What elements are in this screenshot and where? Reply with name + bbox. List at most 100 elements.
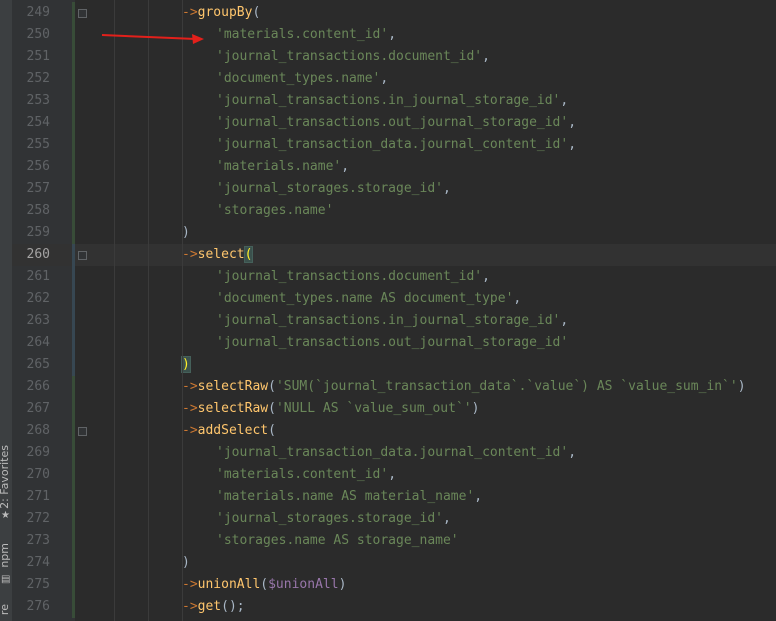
code-text: 'journal_transactions.document_id', xyxy=(216,266,490,288)
line-number: 250 xyxy=(26,27,50,42)
npm-tab[interactable]: npm xyxy=(0,543,11,568)
code-text: 'materials.content_id', xyxy=(216,24,396,46)
indent-guide xyxy=(148,0,149,621)
code-token: 'materials.name AS material_name' xyxy=(216,489,475,504)
code-token: -> xyxy=(182,577,198,592)
code-line[interactable]: 257 'journal_storages.storage_id', xyxy=(12,178,776,200)
code-text: ) xyxy=(182,552,190,574)
code-token: , xyxy=(568,137,577,152)
code-line[interactable]: 269 'journal_transaction_data.journal_con… xyxy=(12,442,776,464)
code-token: 'document_types.name AS document_type' xyxy=(216,291,514,306)
line-number: 258 xyxy=(26,203,50,218)
code-token: , xyxy=(388,467,397,482)
favorites-tab[interactable]: 2: Favorites xyxy=(0,445,11,509)
code-token: , xyxy=(474,489,483,504)
code-text: 'document_types.name AS document_type', xyxy=(216,288,521,310)
code-token: 'journal_transactions.document_id' xyxy=(216,49,483,64)
structure-tab[interactable]: re xyxy=(0,604,11,615)
code-token: -> xyxy=(182,379,198,394)
code-token: ( xyxy=(268,401,276,416)
code-token: , xyxy=(341,159,350,174)
red-arrow-annotation xyxy=(101,34,204,44)
vcs-change-marker[interactable] xyxy=(72,244,75,376)
code-line[interactable]: 255 'journal_transaction_data.journal_con… xyxy=(12,134,776,156)
code-line[interactable]: 271 'materials.name AS material_name', xyxy=(12,486,776,508)
code-line[interactable]: 256 'materials.name', xyxy=(12,156,776,178)
code-line[interactable]: 265) xyxy=(12,354,776,376)
code-token: , xyxy=(482,49,490,64)
code-token: 'journal_transactions.out_journal_storag… xyxy=(216,335,569,350)
code-token: selectRaw xyxy=(197,379,269,394)
code-text: 'journal_transactions.in_journal_storage… xyxy=(216,310,568,332)
line-number: 261 xyxy=(26,269,50,284)
code-token: 'SUM(`journal_transaction_data`.`value`)… xyxy=(275,379,738,394)
line-number: 271 xyxy=(26,489,50,504)
line-number: 259 xyxy=(26,225,50,240)
code-line[interactable]: 253 'journal_transactions.in_journal_stor… xyxy=(12,90,776,112)
line-number: 265 xyxy=(26,357,50,372)
code-token: addSelect xyxy=(197,423,269,438)
code-token: -> xyxy=(182,247,198,262)
line-number: 254 xyxy=(26,115,50,130)
code-line[interactable]: 258 'storages.name' xyxy=(12,200,776,222)
code-line[interactable]: 262 'document_types.name AS document_type… xyxy=(12,288,776,310)
code-token: -> xyxy=(182,5,198,20)
line-number: 249 xyxy=(26,5,50,20)
code-text: 'journal_transactions.out_journal_storag… xyxy=(216,112,576,134)
code-token: 'storages.name AS storage_name' xyxy=(216,533,459,548)
code-token: 'materials.name' xyxy=(216,159,342,174)
code-line[interactable]: 260 ->select( xyxy=(12,244,776,266)
line-number: 272 xyxy=(26,511,50,526)
line-number: 268 xyxy=(26,423,50,438)
code-token: ( xyxy=(268,379,276,394)
code-token: 'storages.name' xyxy=(216,203,334,218)
code-line[interactable]: 267 ->selectRaw('NULL AS `value_sum_out`'… xyxy=(12,398,776,420)
code-text: ->select( xyxy=(182,244,254,266)
line-number: 260 xyxy=(26,247,50,262)
tool-window-strip: 2: Favorites ★ npm ▤ re xyxy=(0,0,12,621)
code-line[interactable]: 264 'journal_transactions.out_journal_sto… xyxy=(12,332,776,354)
npm-icon: ▤ xyxy=(1,574,11,585)
code-line[interactable]: 273 'storages.name AS storage_name' xyxy=(12,530,776,552)
code-token: , xyxy=(388,27,397,42)
code-token: , xyxy=(442,181,451,196)
code-line[interactable]: 261 'journal_transactions.document_id', xyxy=(12,266,776,288)
code-line[interactable]: 276 ->get(); xyxy=(12,596,776,618)
code-line[interactable]: 274) xyxy=(12,552,776,574)
fold-toggle[interactable] xyxy=(78,427,87,436)
code-line[interactable]: 272 'journal_storages.storage_id', xyxy=(12,508,776,530)
code-token: get xyxy=(197,599,222,614)
code-token: unionAll xyxy=(197,577,261,592)
code-line[interactable]: 263 'journal_transactions.in_journal_stor… xyxy=(12,310,776,332)
code-token: $unionAll xyxy=(268,577,339,592)
code-token: -> xyxy=(182,423,198,438)
line-number: 263 xyxy=(26,313,50,328)
fold-toggle[interactable] xyxy=(78,9,87,18)
line-number: 275 xyxy=(26,577,50,592)
code-token: , xyxy=(380,71,389,86)
code-editor[interactable]: 249 ->groupBy(250'materials.content_id', 2… xyxy=(12,0,776,621)
code-token: -> xyxy=(182,401,198,416)
code-line[interactable]: 275 ->unionAll($unionAll) xyxy=(12,574,776,596)
code-line[interactable]: 270 'materials.content_id', xyxy=(12,464,776,486)
vcs-change-marker[interactable] xyxy=(72,376,75,618)
code-line[interactable]: 259) xyxy=(12,222,776,244)
code-token: 'journal_transaction_data.journal_conten… xyxy=(216,137,569,152)
code-line[interactable]: 249 ->groupBy( xyxy=(12,2,776,24)
code-line[interactable]: 252 'document_types.name', xyxy=(12,68,776,90)
line-number: 262 xyxy=(26,291,50,306)
code-token: groupBy xyxy=(197,5,253,20)
vcs-change-marker[interactable] xyxy=(72,2,75,244)
code-token: 'journal_transactions.document_id' xyxy=(216,269,483,284)
code-line[interactable]: 266 ->selectRaw('SUM(`journal_transaction… xyxy=(12,376,776,398)
line-number: 266 xyxy=(26,379,50,394)
code-token: 'NULL AS `value_sum_out`' xyxy=(275,401,472,416)
code-line[interactable]: 251 'journal_transactions.document_id', xyxy=(12,46,776,68)
code-line[interactable]: 268 ->addSelect( xyxy=(12,420,776,442)
fold-toggle[interactable] xyxy=(78,251,87,260)
code-token: ( xyxy=(252,5,261,20)
code-text: 'journal_transaction_data.journal_conten… xyxy=(216,442,576,464)
line-number: 264 xyxy=(26,335,50,350)
code-line[interactable]: 254 'journal_transactions.out_journal_sto… xyxy=(12,112,776,134)
code-token: , xyxy=(513,291,522,306)
